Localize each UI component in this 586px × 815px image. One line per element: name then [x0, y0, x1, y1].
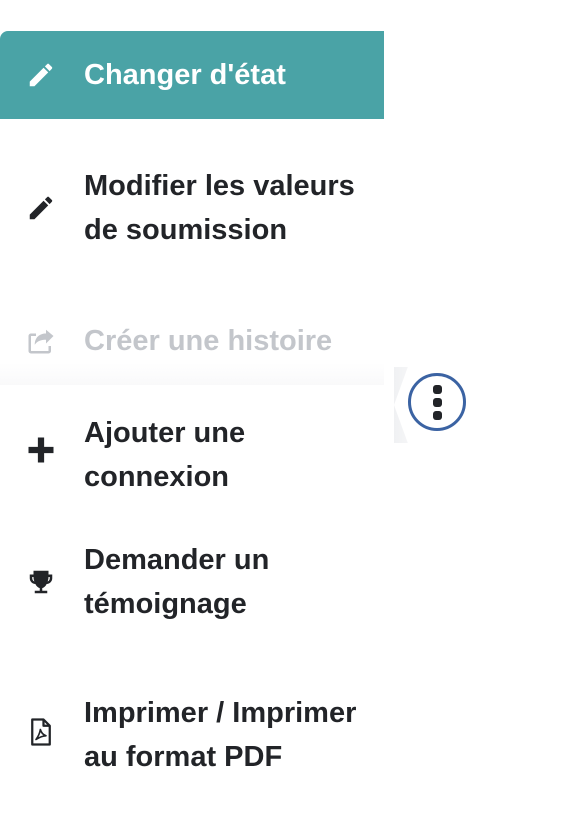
menu-item-print-pdf[interactable]: Imprimer / Imprimer au format PDF: [0, 649, 384, 815]
kebab-vertical-icon: [432, 384, 442, 420]
menu-item-change-state[interactable]: Changer d'état: [0, 31, 384, 119]
menu-item-label: Modifier les valeurs de soumission: [84, 170, 355, 246]
actions-menu: Changer d'état Modifier les valeurs de s…: [0, 31, 384, 815]
menu-item-label: Ajouter une connexion: [84, 417, 246, 493]
menu-item-label: Changer d'état: [84, 59, 286, 91]
menu-item-label: Créer une histoire: [84, 325, 333, 357]
pencil-icon: [24, 58, 58, 92]
menu-item-request-testimonial[interactable]: Demander un témoignage: [0, 515, 384, 649]
menu-item-create-story[interactable]: Créer une histoire: [0, 297, 384, 385]
share-icon: [24, 324, 58, 358]
menu-item-label: Imprimer / Imprimer au format PDF: [84, 697, 357, 773]
menu-item-add-connection[interactable]: Ajouter une connexion: [0, 385, 384, 515]
menu-item-label: Demander un témoignage: [84, 544, 270, 620]
kebab-button[interactable]: [408, 373, 466, 431]
plus-icon: [24, 433, 58, 467]
pdf-file-icon: [24, 715, 58, 749]
trophy-icon: [24, 565, 58, 599]
menu-item-modify-submission-values[interactable]: Modifier les valeurs de soumission: [0, 119, 384, 297]
pencil-icon: [24, 191, 58, 225]
kebab-menu-toggle: [394, 367, 476, 443]
